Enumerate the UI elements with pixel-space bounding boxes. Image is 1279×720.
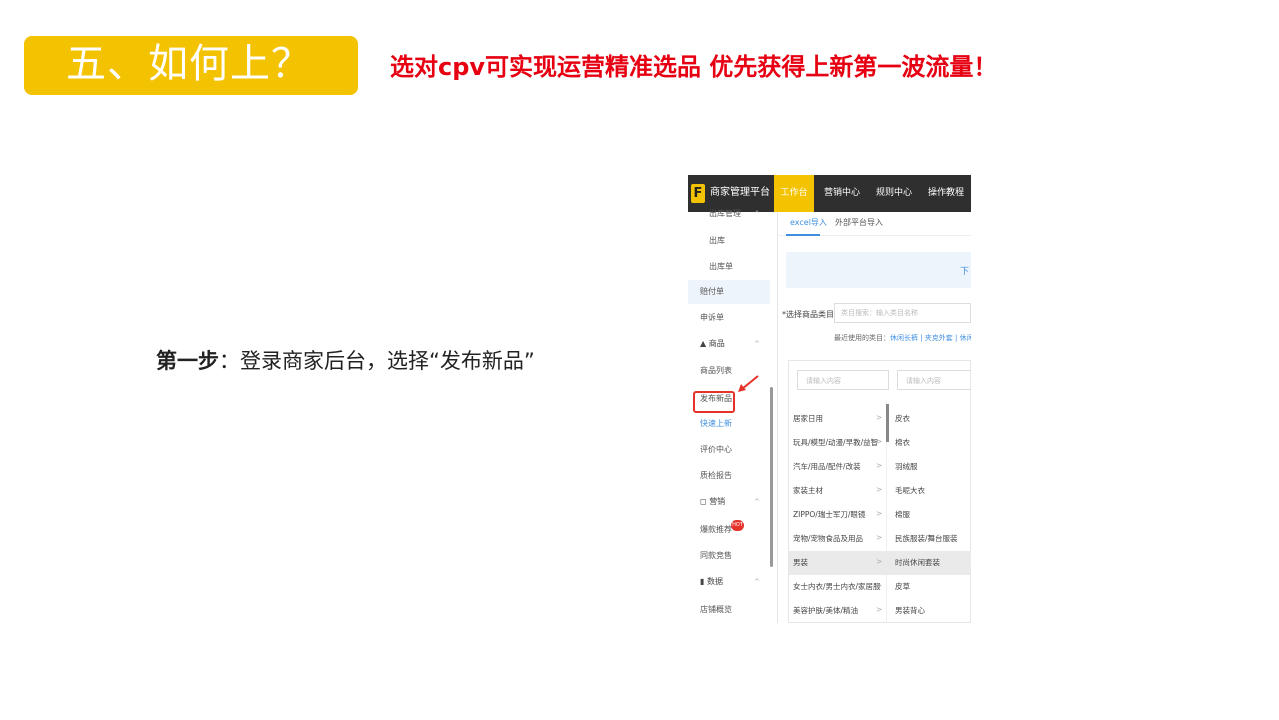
- sidebar-scrollbar[interactable]: [770, 387, 773, 567]
- bag-icon: ◻: [700, 497, 710, 506]
- picker-left-item[interactable]: 美容护肤/美体/精油: [793, 605, 858, 616]
- chevron-up-icon: ^: [754, 340, 760, 348]
- picker-right-item[interactable]: 皮草: [895, 581, 910, 592]
- red-arrow-icon: [738, 375, 759, 392]
- picker-row[interactable]: 居家日用 > 皮衣: [789, 407, 971, 431]
- sidebar-item-quick-listing[interactable]: 快速上新: [700, 418, 732, 430]
- picker-right-item[interactable]: 男装背心: [895, 605, 925, 616]
- sidebar-item-hot-recommend[interactable]: 爆款推荐: [700, 524, 732, 536]
- picker-row[interactable]: 汽车/用品/配件/改装 > 羽绒服: [789, 455, 971, 479]
- chevron-up-icon: ^: [754, 498, 760, 506]
- sidebar-group-data-label: 数据: [706, 577, 723, 586]
- download-banner: 下: [786, 252, 971, 288]
- sidebar-item-outbound[interactable]: 出库: [709, 235, 725, 247]
- picker-row[interactable]: 女士内衣/男士内衣/家居服 > 皮草: [789, 575, 971, 599]
- sidebar-group-marketing-label: 营销: [709, 497, 726, 506]
- tab-external-import[interactable]: 外部平台导入: [835, 217, 883, 229]
- chevron-up-icon: ^: [754, 578, 760, 586]
- nav-tab-rules[interactable]: 规则中心: [874, 175, 914, 212]
- picker-right-search-input[interactable]: 请输入内容: [897, 370, 971, 390]
- top-nav-bar: F 商家管理平台 工作台 营销中心 规则中心 操作教程: [688, 175, 971, 212]
- step-label: 第一步: [156, 349, 219, 373]
- picker-right-item[interactable]: 毛呢大衣: [895, 485, 925, 496]
- picker-right-item[interactable]: 民族服装/舞台服装: [895, 533, 958, 544]
- sidebar-item-outbound-order[interactable]: 出库单: [709, 261, 733, 273]
- slide-headline: 选对cpv可实现运营精准选品 优先获得上新第一波流量！: [390, 53, 998, 81]
- recent-categories: 最近使用的类目：休闲长裤 | 夹克外套 | 休闲: [834, 333, 971, 343]
- picker-left-item[interactable]: 男装: [793, 557, 808, 568]
- sidebar-group-marketing[interactable]: ◻ 营销: [700, 496, 725, 508]
- picker-right-placeholder: 请输入内容: [906, 377, 941, 385]
- category-picker: 请输入内容 请输入内容 居家日用 > 皮衣 玩具/模型/动漫/早教/益智 > 棉衣 汽车…: [788, 360, 971, 623]
- step-instruction: 第一步：登录商家后台，选择“发布新品”: [156, 346, 535, 376]
- slide-title: 五、如何上？: [66, 41, 312, 87]
- sidebar-item-outbound-manage[interactable]: 出库管理: [709, 208, 741, 220]
- picker-left-item[interactable]: 居家日用: [793, 413, 823, 424]
- chevron-right-icon: >: [876, 485, 883, 494]
- chevron-right-icon: >: [876, 557, 883, 566]
- sidebar-item-reviews[interactable]: 评价中心: [700, 444, 732, 456]
- nav-tab-tutorials[interactable]: 操作教程: [926, 175, 966, 212]
- step-text: ：登录商家后台，选择“发布新品”: [219, 349, 535, 373]
- banner-text[interactable]: 下: [960, 264, 969, 277]
- picker-left-item[interactable]: 宠物/宠物食品及用品: [793, 533, 863, 544]
- picker-right-item[interactable]: 时尚休闲套装: [895, 557, 940, 568]
- bar-chart-icon: ▮: [700, 577, 707, 586]
- recent-categories-label: 最近使用的类目：: [834, 334, 890, 342]
- category-search-input[interactable]: 类目搜索：输入类目名称: [834, 303, 971, 323]
- recent-category-links[interactable]: 休闲长裤 | 夹克外套 | 休闲: [890, 334, 971, 342]
- main-content: excel导入 外部平台导入 下 *选择商品类目 类目搜索：输入类目名称 最近使…: [778, 212, 971, 623]
- sidebar-item-quality-report[interactable]: 质检报告: [700, 470, 732, 482]
- sidebar-item-store-overview[interactable]: 店铺概览: [700, 604, 732, 616]
- nav-tab-marketing[interactable]: 营销中心: [822, 175, 862, 212]
- chevron-right-icon: >: [876, 533, 883, 542]
- sidebar-item-goods-list[interactable]: 商品列表: [700, 365, 732, 377]
- picker-row[interactable]: 宠物/宠物食品及用品 > 民族服装/舞台服装: [789, 527, 971, 551]
- chevron-right-icon: >: [876, 461, 883, 470]
- chevron-right-icon: >: [876, 437, 883, 446]
- picker-row[interactable]: 美容护肤/美体/精油 > 男装背心: [789, 599, 971, 623]
- chevron-right-icon: >: [876, 509, 883, 518]
- highlight-box-publish-new: [693, 391, 735, 413]
- sidebar: 出库管理 ^ 出库 出库单 赔付单 申诉单 ▲ 商品 ^ 商品列表 发布新品 快…: [688, 209, 770, 623]
- chevron-right-icon: >: [876, 413, 883, 422]
- picker-scrollbar[interactable]: [886, 404, 889, 442]
- sidebar-group-goods[interactable]: ▲ 商品: [700, 338, 725, 350]
- picker-row[interactable]: 家装主材 > 毛呢大衣: [789, 479, 971, 503]
- picker-left-item[interactable]: 家装主材: [793, 485, 823, 496]
- picker-left-item[interactable]: 汽车/用品/配件/改装: [793, 461, 861, 472]
- tab-excel-import[interactable]: excel导入: [790, 217, 827, 229]
- picker-row-selected[interactable]: 男装 > 时尚休闲套装: [789, 551, 971, 575]
- chevron-up-icon: ^: [754, 210, 760, 218]
- platform-logo: F: [691, 184, 705, 203]
- picker-left-item[interactable]: 女士内衣/男士内衣/家居服: [793, 581, 881, 592]
- picker-right-item[interactable]: 棉服: [895, 509, 910, 520]
- category-search-placeholder: 类目搜索：输入类目名称: [841, 309, 918, 317]
- sidebar-item-same-style[interactable]: 同款竞售: [700, 550, 732, 562]
- picker-row[interactable]: ZIPPO/瑞士军刀/眼镜 > 棉服: [789, 503, 971, 527]
- picker-left-item[interactable]: ZIPPO/瑞士军刀/眼镜: [793, 509, 865, 520]
- import-tabs: excel导入 外部平台导入: [778, 212, 971, 236]
- picker-left-placeholder: 请输入内容: [806, 377, 841, 385]
- goods-icon: ▲: [700, 339, 709, 348]
- sidebar-group-goods-label: 商品: [708, 339, 725, 348]
- picker-row[interactable]: 玩具/模型/动漫/早教/益智 > 棉衣: [789, 431, 971, 455]
- picker-left-item[interactable]: 玩具/模型/动漫/早教/益智: [793, 437, 878, 448]
- sidebar-group-data[interactable]: ▮ 数据: [700, 576, 723, 588]
- sidebar-item-compensation[interactable]: 赔付单: [700, 286, 724, 298]
- nav-tab-workbench[interactable]: 工作台: [774, 175, 814, 212]
- platform-name: 商家管理平台: [710, 187, 770, 198]
- hot-badge: HOT: [731, 520, 744, 531]
- chevron-right-icon: >: [876, 581, 883, 590]
- picker-left-search-input[interactable]: 请输入内容: [797, 370, 889, 390]
- picker-right-item[interactable]: 棉衣: [895, 437, 910, 448]
- sidebar-item-appeal[interactable]: 申诉单: [700, 312, 724, 324]
- merchant-backend-screenshot: F 商家管理平台 工作台 营销中心 规则中心 操作教程 出库管理 ^ 出库 出库…: [688, 175, 971, 623]
- active-tab-indicator: [786, 234, 820, 236]
- chevron-right-icon: >: [876, 605, 883, 614]
- category-label: *选择商品类目: [782, 310, 834, 319]
- picker-right-item[interactable]: 皮衣: [895, 413, 910, 424]
- picker-right-item[interactable]: 羽绒服: [895, 461, 918, 472]
